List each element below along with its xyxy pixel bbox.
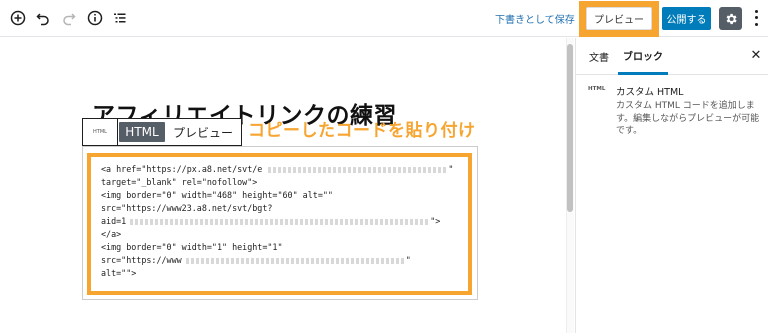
tab-html[interactable]: HTML: [119, 122, 165, 142]
html-block-icon: HTML: [588, 86, 606, 92]
code-line: <img border="0" width="1" height="1": [101, 242, 283, 252]
save-draft-link[interactable]: 下書きとして保存: [495, 11, 575, 26]
code-line: <a href="https://px.a8.net/svt/e ": [101, 164, 454, 174]
code-line: <img border="0" width="468" height="60" …: [101, 190, 333, 200]
more-vertical-icon: [754, 9, 758, 13]
close-icon[interactable]: ✕: [748, 47, 764, 63]
code-line: alt="">: [101, 268, 137, 278]
sidebar-tabs: 文書 ブロック ✕: [576, 38, 768, 75]
code-line: </a>: [101, 229, 122, 239]
settings-button[interactable]: [719, 7, 742, 30]
tab-preview[interactable]: プレビュー: [169, 122, 237, 142]
publish-button[interactable]: 公開する: [662, 7, 711, 30]
code-line: src="https://www ": [101, 255, 411, 265]
html-block-icon[interactable]: HTML: [86, 126, 114, 138]
tab-block[interactable]: ブロック: [618, 38, 668, 75]
info-icon[interactable]: [84, 7, 106, 29]
settings-sidebar: 文書 ブロック ✕ HTML カスタム HTML カスタム HTML コードを追…: [575, 38, 768, 333]
list-view-icon[interactable]: [109, 7, 131, 29]
tab-document[interactable]: 文書: [580, 38, 618, 75]
block-toolbar: HTML HTML プレビュー: [82, 118, 242, 146]
annotation-label: コピーしたコードを貼り付け: [248, 121, 476, 141]
more-options-button[interactable]: [750, 8, 762, 28]
toolbar-divider: [117, 119, 118, 145]
code-line: src="https://www23.a8.net/svt/bgt?: [101, 203, 273, 213]
undo-icon[interactable]: [32, 7, 54, 29]
editor-scrollbar-thumb[interactable]: [567, 44, 573, 212]
preview-button[interactable]: プレビュー: [586, 7, 652, 30]
gear-icon: [726, 13, 737, 24]
block-description: カスタム HTML コードを追加します。編集しながらプレビューが可能です。: [616, 101, 760, 136]
code-line: target="_blank" rel="nofollow">: [101, 177, 258, 187]
html-code-textarea[interactable]: <a href="https://px.a8.net/svt/e " target…: [87, 153, 472, 295]
plus-circle-icon[interactable]: [7, 7, 29, 29]
redo-icon[interactable]: [58, 7, 80, 29]
editor-top-toolbar: 下書きとして保存 プレビュー 公開する: [0, 0, 768, 37]
block-title: カスタム HTML: [616, 87, 684, 98]
code-line: aid=1 ">: [101, 216, 441, 226]
